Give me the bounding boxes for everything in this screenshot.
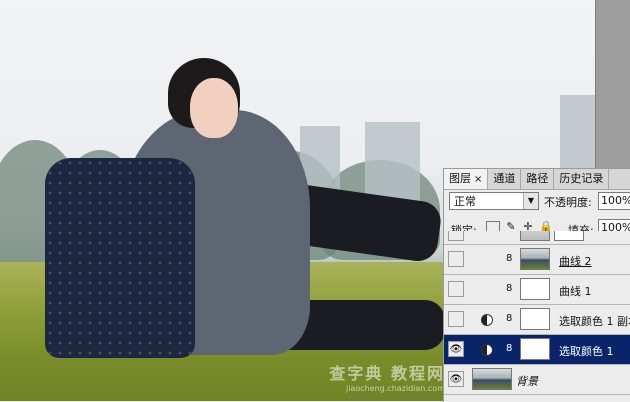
- layer-thumbnail: [520, 248, 550, 270]
- layer-mask-thumbnail: [520, 278, 550, 300]
- layer-mask-thumbnail: [520, 338, 550, 360]
- tab-channels[interactable]: 通道: [488, 169, 522, 189]
- blend-opacity-row: 正常 ▼ 不透明度: 100%: [444, 191, 630, 213]
- blend-mode-value: 正常: [454, 195, 476, 208]
- tab-channels-label: 通道: [493, 172, 516, 185]
- chevron-down-icon[interactable]: ▼: [523, 193, 538, 209]
- layer-thumbnail: [520, 231, 550, 241]
- eye-icon[interactable]: 👁: [448, 341, 464, 357]
- layer-row-selected[interactable]: 👁 8 选取颜色 1: [444, 335, 630, 365]
- layers-list: 8 曲线 2 8 曲线 1 8 选取颜色 1 副本 👁 8 选取颜色 1 👁: [444, 231, 630, 395]
- link-icon: 8: [506, 283, 513, 294]
- visibility-toggle[interactable]: [448, 251, 464, 267]
- watermark-url: jiaocheng.chazidian.com: [345, 384, 445, 393]
- layer-mask-thumbnail: [520, 308, 550, 330]
- tab-history-label: 历史记录: [559, 172, 604, 185]
- close-icon[interactable]: ×: [474, 174, 482, 185]
- visibility-toggle[interactable]: [448, 311, 464, 327]
- layer-row[interactable]: 8 选取颜色 1 副本: [444, 305, 630, 335]
- panel-tabs: 图层 × 通道 路径 历史记录: [444, 169, 630, 190]
- link-icon: 8: [506, 343, 513, 354]
- layer-row[interactable]: [444, 231, 630, 245]
- tab-paths-label: 路径: [526, 172, 549, 185]
- layer-row[interactable]: 👁 背景: [444, 365, 630, 395]
- adjustment-layer-icon: [481, 314, 493, 326]
- tab-paths[interactable]: 路径: [521, 169, 555, 189]
- eye-icon[interactable]: 👁: [448, 371, 464, 387]
- layer-name[interactable]: 曲线 2: [559, 253, 592, 269]
- layer-name[interactable]: 选取颜色 1: [559, 343, 614, 359]
- link-icon: 8: [506, 253, 513, 264]
- opacity-value: 100%: [601, 194, 630, 207]
- layer-name[interactable]: 选取颜色 1 副本: [559, 313, 630, 329]
- layers-panel: 图层× 通道 路径 历史记录 正常 ▼ 不透明度: 100% 锁定: ✎ ✛ 🔒…: [443, 168, 630, 402]
- link-icon: 8: [506, 313, 513, 324]
- layer-thumbnail: [472, 368, 512, 390]
- watermark-title: 查字典 教程网: [329, 364, 445, 383]
- layer-name[interactable]: 背景: [516, 373, 538, 389]
- blend-mode-select[interactable]: 正常 ▼: [449, 192, 539, 210]
- tab-layers[interactable]: 图层 ×: [444, 169, 489, 189]
- layer-row[interactable]: 8 曲线 2: [444, 245, 630, 275]
- visibility-toggle[interactable]: [448, 281, 464, 297]
- tab-layers-label: 图层: [449, 172, 471, 185]
- opacity-label: 不透明度:: [544, 196, 592, 209]
- watermark: 查字典 教程网 jiaocheng.chazidian.com: [329, 360, 445, 393]
- visibility-toggle[interactable]: [448, 231, 464, 241]
- adjustment-layer-icon: [481, 344, 493, 356]
- layer-row[interactable]: 8 曲线 1: [444, 275, 630, 305]
- opacity-input[interactable]: 100%: [598, 192, 630, 210]
- layer-mask-thumbnail: [554, 231, 584, 241]
- layer-name[interactable]: 曲线 1: [559, 283, 592, 299]
- tab-history[interactable]: 历史记录: [554, 169, 610, 189]
